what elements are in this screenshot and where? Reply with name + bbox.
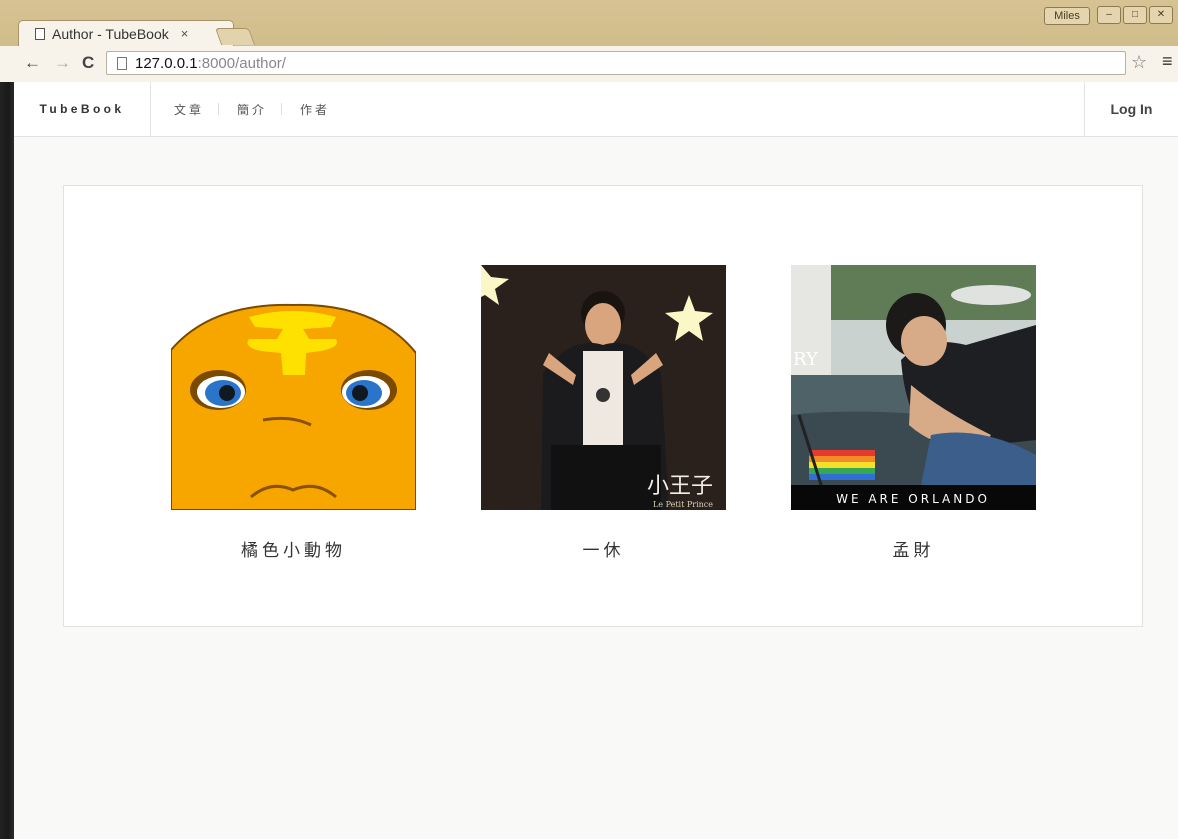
browser-toolbar: ← → C 127.0.0.1:8000/author/ ☆ ≡ — [0, 46, 1178, 83]
window-left-border — [0, 82, 14, 839]
authors-card: 橘色小動物 小王子 Le Petit Prince 一休 WE ARE ORLA… — [63, 185, 1143, 627]
site-menu: 文章 簡介 作者 — [174, 82, 330, 136]
browser-tab[interactable]: Author - TubeBook × — [18, 20, 234, 46]
forward-arrow-icon[interactable]: → — [54, 53, 71, 73]
person-photo-icon: 小王子 Le Petit Prince — [481, 265, 726, 510]
author-item[interactable]: 橘色小動物 — [171, 265, 416, 561]
url-host: 127.0.0.1 — [135, 54, 198, 72]
author-name[interactable]: 橘色小動物 — [171, 536, 416, 561]
avatar-partial-text: RY — [793, 349, 819, 370]
back-arrow-icon[interactable]: ← — [24, 53, 41, 73]
site-navbar: TubeBook 文章 簡介 作者 Log In — [14, 82, 1178, 137]
tab-close-icon[interactable]: × — [181, 26, 189, 41]
close-window-button[interactable]: ✕ — [1149, 6, 1173, 24]
menu-item-articles[interactable]: 文章 — [174, 101, 204, 118]
login-button[interactable]: Log In — [1084, 82, 1178, 136]
address-bar[interactable]: 127.0.0.1:8000/author/ — [106, 51, 1126, 75]
person-photo-icon: WE ARE ORLANDO RY — [791, 265, 1036, 510]
author-item[interactable]: WE ARE ORLANDO RY 孟財 — [791, 265, 1036, 561]
page-icon — [117, 56, 127, 70]
menu-item-authors[interactable]: 作者 — [300, 101, 330, 118]
orange-creature-face-icon — [171, 265, 416, 510]
menu-divider — [281, 103, 283, 115]
menu-item-about[interactable]: 簡介 — [237, 101, 267, 118]
hamburger-menu-icon[interactable]: ≡ — [1162, 51, 1173, 72]
browser-window-frame: Author - TubeBook × Miles – □ ✕ ← → C 12… — [0, 0, 1178, 83]
restore-button[interactable]: □ — [1123, 6, 1147, 24]
avatar-subcaption: Le Petit Prince — [653, 500, 713, 509]
author-name[interactable]: 一休 — [481, 536, 726, 561]
tab-title: Author - TubeBook — [52, 25, 169, 42]
avatar-caption: 小王子 — [647, 474, 713, 499]
author-name[interactable]: 孟財 — [791, 536, 1036, 561]
minimize-button[interactable]: – — [1097, 6, 1121, 24]
new-tab-button[interactable] — [214, 28, 256, 45]
page-icon — [35, 27, 45, 40]
author-item[interactable]: 小王子 Le Petit Prince 一休 — [481, 265, 726, 561]
page-content: TubeBook 文章 簡介 作者 Log In 橘色小動物 小王子 Le Pe… — [14, 82, 1178, 839]
profile-badge[interactable]: Miles — [1044, 7, 1090, 25]
menu-divider — [218, 103, 220, 115]
bookmark-star-icon[interactable]: ☆ — [1131, 52, 1147, 73]
url-path: :8000/author/ — [197, 54, 286, 72]
brand-logo[interactable]: TubeBook — [14, 82, 151, 136]
reload-icon[interactable]: C — [82, 53, 94, 73]
avatar-caption: WE ARE ORLANDO — [836, 492, 990, 506]
